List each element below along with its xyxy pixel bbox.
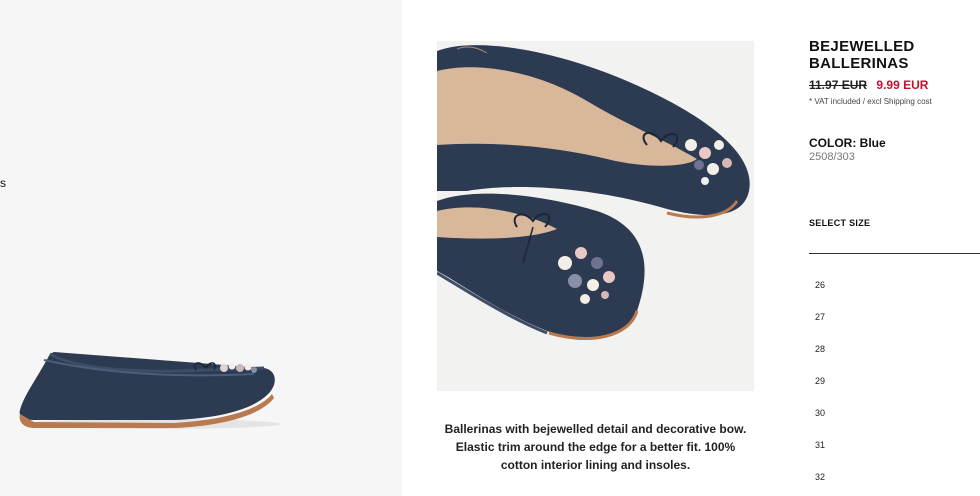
size-option[interactable]: 29 bbox=[809, 374, 980, 406]
vat-note: * VAT included / excl Shipping cost bbox=[809, 97, 932, 106]
old-price: 11.97 EUR bbox=[809, 78, 868, 92]
shoe-top-view-image bbox=[437, 41, 754, 391]
sku-code: 2508/303 bbox=[809, 151, 855, 163]
product-title: BEJEWELLED BALLERINAS bbox=[809, 38, 915, 72]
select-size-label: SELECT SIZE bbox=[809, 218, 871, 228]
sale-price: 9.99 EUR bbox=[876, 78, 929, 92]
price-block: 11.97 EUR 9.99 EUR bbox=[809, 78, 980, 92]
color-label: COLOR: bbox=[809, 136, 857, 150]
product-image-side[interactable]: s bbox=[0, 0, 402, 496]
product-description: Ballerinas with bejewelled detail and de… bbox=[444, 422, 747, 472]
size-option[interactable]: 31 bbox=[809, 438, 980, 470]
product-image-top[interactable] bbox=[437, 41, 754, 391]
clipped-label: s bbox=[0, 176, 6, 190]
size-option[interactable]: 28 bbox=[809, 342, 980, 374]
size-option[interactable]: 30 bbox=[809, 406, 980, 438]
size-option[interactable]: 27 bbox=[809, 310, 980, 342]
size-list: 26 27 28 29 30 31 32 bbox=[809, 278, 980, 496]
size-option[interactable]: 32 bbox=[809, 470, 980, 496]
color-value: Blue bbox=[859, 136, 886, 150]
product-info: BEJEWELLED BALLERINAS 11.97 EUR 9.99 EUR… bbox=[809, 38, 980, 496]
size-divider bbox=[809, 253, 980, 254]
shoe-side-view-image bbox=[19, 352, 280, 429]
color-info: COLOR: Blue bbox=[809, 136, 980, 150]
size-option[interactable]: 26 bbox=[809, 278, 980, 310]
